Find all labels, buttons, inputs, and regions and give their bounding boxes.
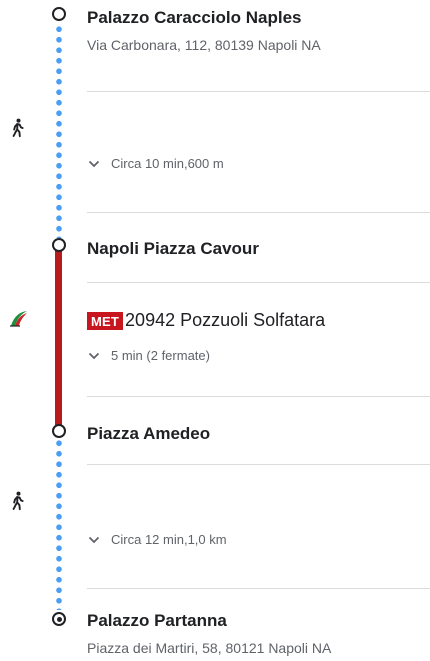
destination-marker bbox=[52, 612, 66, 626]
transit-summary: 5 min (2 fermate) bbox=[111, 348, 210, 363]
stop-marker-cavour bbox=[52, 238, 66, 252]
walk-icon bbox=[12, 491, 24, 511]
walk-details-toggle[interactable]: Circa 12 min,1,0 km bbox=[87, 532, 227, 547]
destination-name[interactable]: Palazzo Partanna bbox=[87, 611, 227, 631]
walk-summary: Circa 12 min,1,0 km bbox=[111, 532, 227, 547]
divider bbox=[87, 91, 430, 92]
train-icon bbox=[10, 311, 27, 327]
divider bbox=[87, 282, 430, 283]
metro-badge: MET bbox=[87, 311, 124, 330]
walk-path-1 bbox=[56, 24, 62, 238]
metro-path bbox=[55, 250, 62, 425]
line-name: 20942 Pozzuoli Solfatara bbox=[125, 310, 326, 330]
transit-line[interactable]: MET 20942 Pozzuoli Solfatara bbox=[87, 310, 325, 331]
walk-path-2 bbox=[56, 438, 62, 610]
walk-icon bbox=[12, 118, 24, 138]
stop-name-amedeo[interactable]: Piazza Amedeo bbox=[87, 424, 210, 444]
chevron-down-icon bbox=[88, 536, 100, 543]
divider bbox=[87, 464, 430, 465]
walk-details-toggle[interactable]: Circa 10 min,600 m bbox=[87, 156, 224, 171]
destination-address: Piazza dei Martiri, 58, 80121 Napoli NA bbox=[87, 640, 332, 656]
chevron-down-icon bbox=[88, 352, 100, 359]
origin-marker bbox=[52, 7, 66, 21]
stop-name-cavour[interactable]: Napoli Piazza Cavour bbox=[87, 239, 259, 259]
origin-name[interactable]: Palazzo Caracciolo Naples bbox=[87, 8, 301, 28]
divider bbox=[87, 212, 430, 213]
chevron-down-icon bbox=[88, 160, 100, 167]
stop-marker-amedeo bbox=[52, 424, 66, 438]
transit-details-toggle[interactable]: 5 min (2 fermate) bbox=[87, 348, 210, 363]
divider bbox=[87, 396, 430, 397]
origin-address: Via Carbonara, 112, 80139 Napoli NA bbox=[87, 37, 321, 53]
walk-summary: Circa 10 min,600 m bbox=[111, 156, 224, 171]
divider bbox=[87, 588, 430, 589]
